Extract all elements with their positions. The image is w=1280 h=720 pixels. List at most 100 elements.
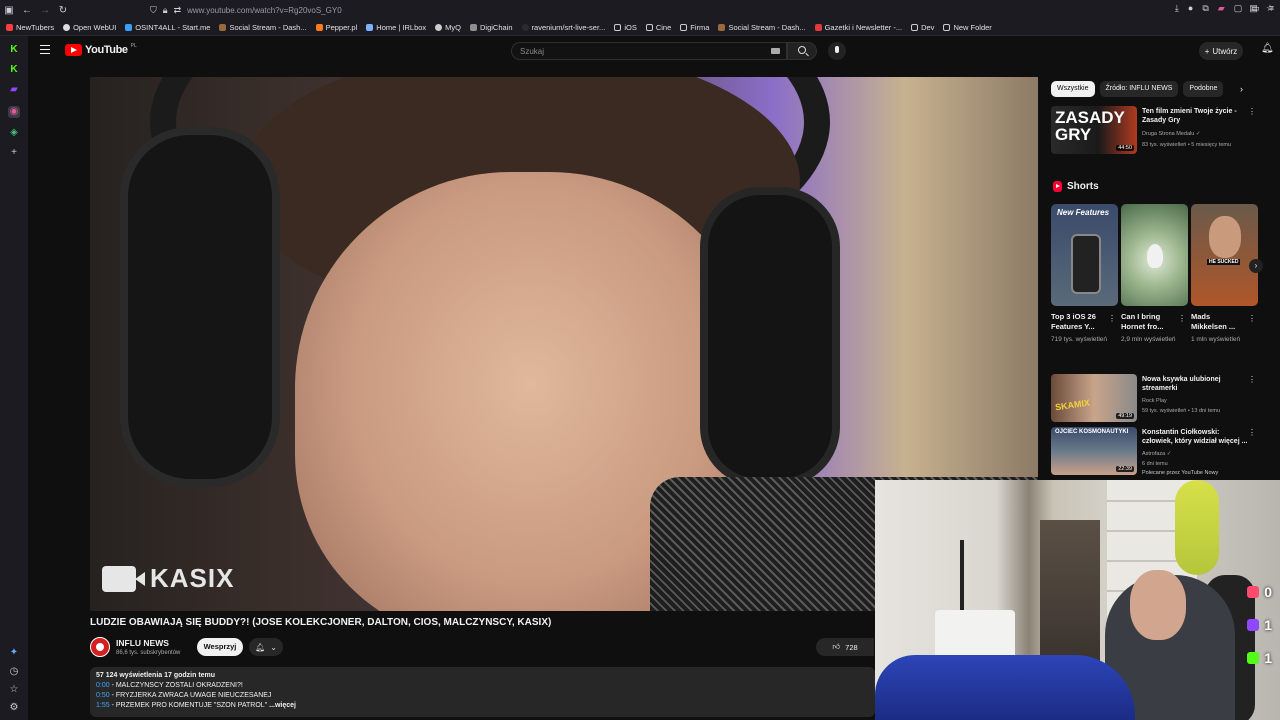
thumbnail-text: HE SUCKED	[1207, 259, 1241, 265]
bookmark-item[interactable]: Home | IRLbox	[366, 23, 426, 32]
related-channel[interactable]: Rock Play	[1142, 398, 1167, 404]
video-description[interactable]: 57 124 wyświetlenia 17 godzin temu 0:00 …	[90, 667, 875, 717]
extensions-icon[interactable]: ⧉	[1202, 3, 1208, 14]
back-icon[interactable]: ←	[18, 5, 36, 16]
shield-icon[interactable]: ⛉	[150, 5, 157, 16]
more-options-icon[interactable]: ⋮	[1248, 314, 1256, 323]
app-menu-icon[interactable]: ≡	[1269, 3, 1274, 14]
bookmark-item[interactable]: Open WebUI	[63, 23, 116, 32]
permissions-icon[interactable]: ⇄	[174, 5, 182, 16]
history-icon[interactable]: ◷	[8, 666, 20, 678]
short-thumbnail[interactable]	[1121, 204, 1188, 306]
forward-icon[interactable]: →	[36, 5, 54, 16]
related-title[interactable]: Ten film zmieni Twoje życie - Zasady Gry	[1142, 107, 1250, 125]
more-options-icon[interactable]: ⋮	[1248, 107, 1256, 116]
reload-icon[interactable]: ↻	[54, 5, 72, 16]
related-video[interactable]: ZASADY GRY 44:50 Ten film zmieni Twoje ż…	[1051, 106, 1260, 156]
short-thumbnail[interactable]: HE SUCKED	[1191, 204, 1258, 306]
related-video[interactable]: OJCIEC KOSMONAUTYKI 22:39 Konstantin Cio…	[1051, 427, 1260, 477]
sidebar-panel-icon[interactable]: ▭	[1251, 3, 1260, 14]
more-options-icon[interactable]: ⋮	[1248, 375, 1256, 384]
bookmark-item[interactable]: Pepper.pl	[315, 23, 357, 32]
bookmark-item[interactable]: OSINT4ALL - Start.me	[125, 23, 210, 32]
more-options-icon[interactable]: ⋮	[1108, 314, 1116, 323]
chapter-timestamp[interactable]: 0:50	[96, 692, 110, 699]
microphone-icon[interactable]	[828, 42, 846, 60]
chip-similar[interactable]: Podobne	[1183, 81, 1224, 97]
create-button[interactable]: + Utwórz	[1199, 42, 1243, 60]
short-title[interactable]: Top 3 iOS 26 Features Y...	[1051, 312, 1107, 332]
video-thumbnail[interactable]: ZASADY GRY 44:50	[1051, 106, 1137, 154]
chevron-right-icon[interactable]: ›	[1240, 84, 1243, 94]
chapter-timestamp[interactable]: 0:00	[96, 682, 110, 689]
video-duration: 44:50	[1116, 145, 1134, 151]
bell-icon[interactable]: 🔔︎	[1261, 44, 1274, 54]
short-item[interactable]: New Features Top 3 iOS 26 Features Y... …	[1051, 204, 1118, 345]
bookmark-folder[interactable]: Dev	[911, 23, 934, 32]
video-watermark: KASIX	[102, 563, 234, 594]
bookmark-folder[interactable]: iOS	[614, 23, 637, 32]
download-icon[interactable]: ⤓	[1175, 3, 1179, 14]
search-icon	[798, 46, 806, 54]
chevron-right-icon[interactable]: ›	[1249, 259, 1263, 273]
related-channel[interactable]: Astrofaza ✓	[1142, 451, 1171, 457]
bookmarks-bar: NewTubers Open WebUI OSINT4ALL - Start.m…	[0, 20, 1280, 36]
ai-sparkle-icon[interactable]: ✦	[8, 647, 20, 659]
settings-gear-icon[interactable]: ⚙	[8, 702, 20, 714]
like-button[interactable]: 👍︎ 728	[816, 638, 874, 656]
kick-icon[interactable]: K	[8, 44, 20, 56]
bookmark-item[interactable]: ravenium/srt-live-ser...	[521, 23, 605, 32]
bookmark-item[interactable]: DigiChain	[470, 23, 513, 32]
extension-badge-icon[interactable]: ▰	[1218, 3, 1225, 14]
channel-avatar[interactable]	[90, 637, 110, 657]
support-button[interactable]: Wesprzyj	[197, 638, 243, 656]
chip-source[interactable]: Źródło: INFLU NEWS	[1099, 81, 1179, 97]
twitch-icon[interactable]: ▰	[8, 84, 20, 96]
sidebar-toggle-icon[interactable]: ▣	[0, 5, 18, 16]
short-item[interactable]: HE SUCKED Mads Mikkelsen ... 1 mln wyświ…	[1191, 204, 1258, 345]
bookmark-folder[interactable]: Firma	[680, 23, 709, 32]
youtube-logo[interactable]: YouTube PL	[65, 43, 137, 56]
recommendation-badge: Polecane przez YouTube Nowy	[1142, 470, 1219, 476]
bookmark-item[interactable]: NewTubers	[6, 23, 54, 32]
video-thumbnail[interactable]: SKAMIX 49:19	[1051, 374, 1137, 422]
related-channel[interactable]: Druga Strona Medalu ✓	[1142, 131, 1200, 137]
social-stream-icon[interactable]: ◉	[8, 106, 20, 118]
more-options-icon[interactable]: ⋮	[1178, 314, 1186, 323]
search-input[interactable]: Szukaj	[511, 42, 787, 60]
short-thumbnail[interactable]: New Features	[1051, 204, 1118, 306]
url-text[interactable]: www.youtube.com/watch?v=Rg20voS_GY0	[187, 6, 342, 15]
keyboard-icon[interactable]	[771, 48, 780, 54]
more-link[interactable]: ...więcej	[267, 702, 296, 709]
notifications-button[interactable]: 🔔︎ ⌄	[249, 638, 283, 656]
related-video[interactable]: SKAMIX 49:19 Nowa ksywka ulubionej strea…	[1051, 374, 1260, 424]
channel-name[interactable]: INFLU NEWS	[116, 638, 169, 648]
related-title[interactable]: Nowa ksywka ulubionej streamerki	[1142, 375, 1250, 393]
account-icon[interactable]: ●	[1188, 3, 1193, 14]
short-item[interactable]: Can I bring Hornet fro... 2,9 mln wyświe…	[1121, 204, 1188, 345]
video-thumbnail[interactable]: OJCIEC KOSMONAUTYKI 22:39	[1051, 427, 1137, 475]
bookmark-item[interactable]: MyQ	[435, 23, 461, 32]
bookmark-folder[interactable]: New Folder	[943, 23, 992, 32]
bookmark-item[interactable]: Gazetki i Newsletter -...	[814, 23, 902, 32]
menu-icon[interactable]	[40, 45, 50, 54]
related-title[interactable]: Konstantin Ciołkowski: człowiek, który w…	[1142, 428, 1250, 446]
bookmark-folder[interactable]: Cine	[645, 23, 671, 32]
chip-all[interactable]: Wszystkie	[1051, 81, 1095, 97]
kick-icon[interactable]: K	[8, 64, 20, 76]
short-title[interactable]: Mads Mikkelsen ...	[1191, 312, 1247, 332]
short-title[interactable]: Can I bring Hornet fro...	[1121, 312, 1177, 332]
more-options-icon[interactable]: ⋮	[1248, 428, 1256, 437]
bookmarks-icon[interactable]: ☆	[8, 684, 20, 696]
chat-icon[interactable]: ◈	[8, 127, 20, 139]
lock-icon[interactable]: 🔒︎	[163, 5, 168, 16]
thumbnail-text: ZASADY GRY	[1055, 108, 1125, 144]
bookmark-item[interactable]: Social Stream - Dash...	[718, 23, 806, 32]
extension-icon[interactable]: ▢	[1234, 3, 1243, 14]
add-panel-icon[interactable]: +	[8, 147, 20, 159]
address-bar[interactable]: ⛉ 🔒︎ ⇄ www.youtube.com/watch?v=Rg20voS_G…	[150, 3, 1100, 17]
search-button[interactable]	[787, 42, 817, 60]
bookmark-item[interactable]: Social Stream - Dash...	[219, 23, 307, 32]
webcam-blanket	[875, 655, 1135, 720]
chapter-timestamp[interactable]: 1:55	[96, 702, 110, 709]
